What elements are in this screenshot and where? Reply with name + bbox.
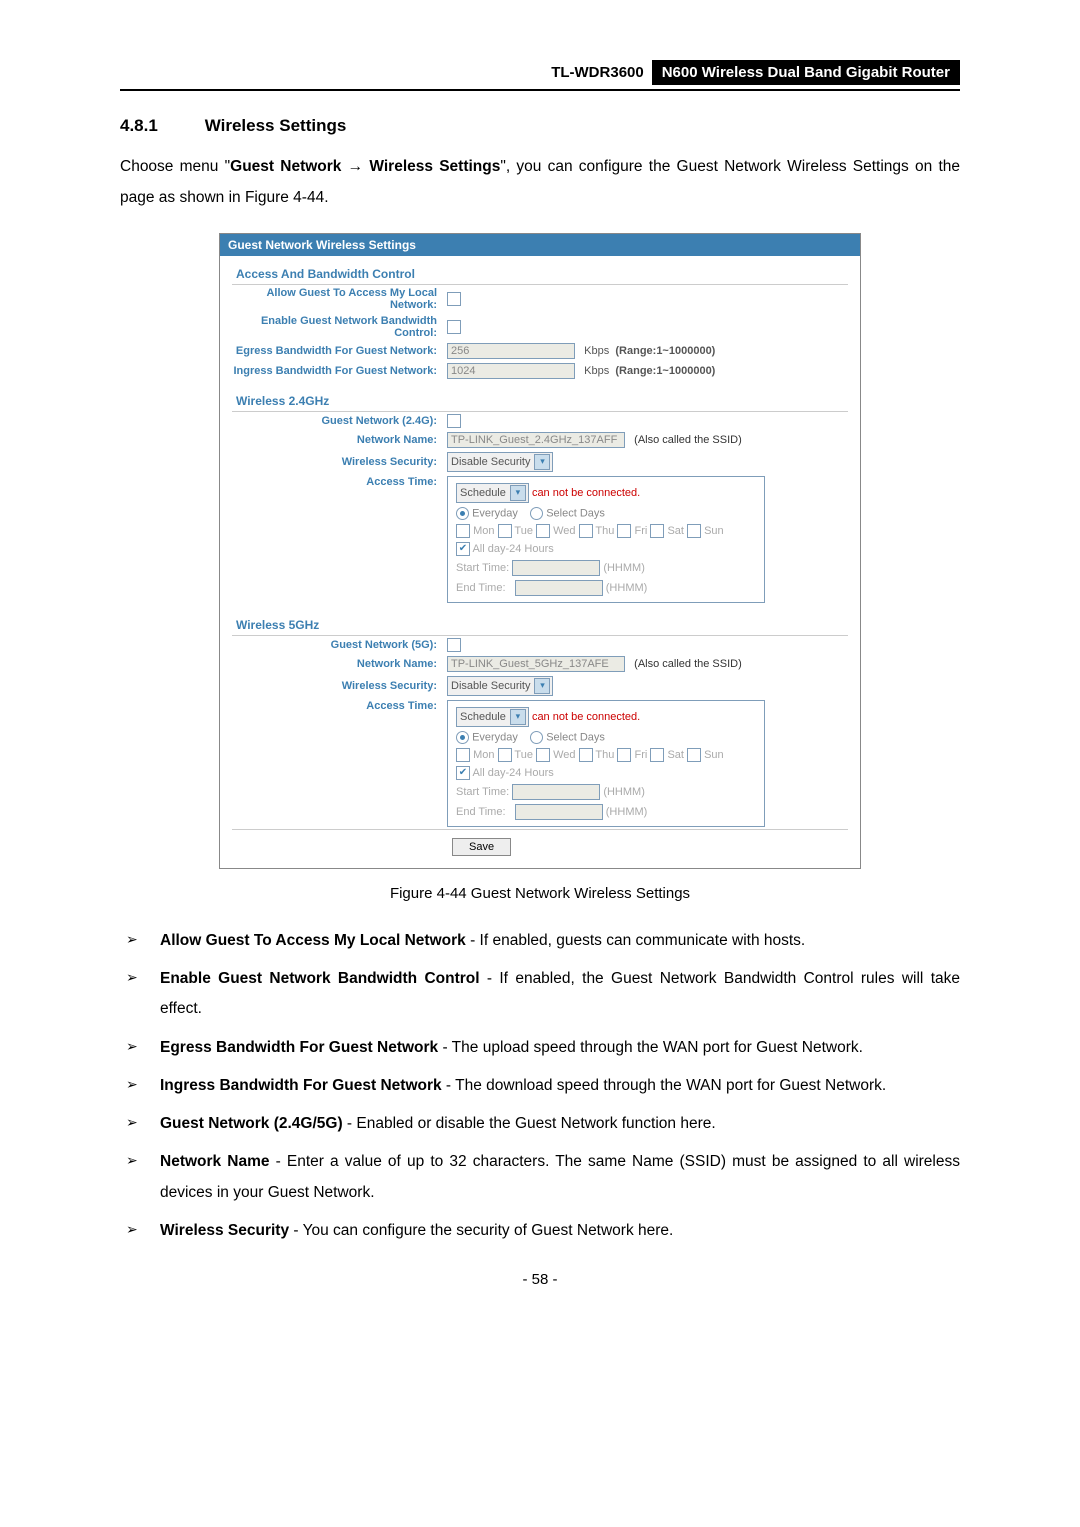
- figure-caption: Figure 4-44 Guest Network Wireless Setti…: [120, 885, 960, 902]
- bullet-bold: Ingress Bandwidth For Guest Network: [160, 1077, 442, 1094]
- radio-selectdays-5g[interactable]: [530, 731, 543, 744]
- input-end-24g[interactable]: [515, 580, 603, 596]
- chevron-down-icon: ▾: [510, 485, 526, 501]
- chk-sat-24g[interactable]: [650, 524, 664, 538]
- section-24ghz-header: Wireless 2.4GHz: [232, 391, 848, 412]
- chk-fri-5g[interactable]: [617, 748, 631, 762]
- bullet-icon: ➢: [126, 964, 160, 1024]
- schedule-box-24g: Schedule▾ can not be connected. Everyday…: [447, 476, 765, 603]
- bullet-icon: ➢: [126, 926, 160, 956]
- select-schedule-5g[interactable]: Schedule▾: [456, 707, 529, 727]
- section-5ghz-header: Wireless 5GHz: [232, 615, 848, 636]
- chk-sat-5g[interactable]: [650, 748, 664, 762]
- chk-tue-24g[interactable]: [498, 524, 512, 538]
- section-number: 4.8.1: [120, 116, 200, 136]
- panel-title: Guest Network Wireless Settings: [220, 234, 860, 256]
- checkbox-allow-guest[interactable]: [447, 292, 461, 306]
- chk-allday-24g[interactable]: [456, 542, 470, 556]
- page-header: TL-WDR3600 N600 Wireless Dual Band Gigab…: [120, 60, 960, 91]
- input-ingress[interactable]: [447, 363, 575, 379]
- label-access-time-5g: Access Time:: [232, 700, 447, 712]
- radio-everyday-24g[interactable]: [456, 507, 469, 520]
- save-button[interactable]: Save: [452, 838, 511, 856]
- chk-tue-5g[interactable]: [498, 748, 512, 762]
- bullet-icon: ➢: [126, 1071, 160, 1101]
- settings-panel: Guest Network Wireless Settings Access A…: [219, 233, 861, 869]
- label-gn-5g: Guest Network (5G):: [232, 639, 447, 651]
- model-number: TL-WDR3600: [551, 61, 652, 84]
- label-enable-bw: Enable Guest Network Bandwidth Control:: [232, 315, 447, 339]
- bullet-icon: ➢: [126, 1109, 160, 1139]
- label-egress: Egress Bandwidth For Guest Network:: [232, 345, 447, 357]
- chk-sun-24g[interactable]: [687, 524, 701, 538]
- intro-paragraph: Choose menu "Guest Network → Wireless Se…: [120, 151, 960, 213]
- label-allow-guest: Allow Guest To Access My Local Network:: [232, 287, 447, 311]
- input-netname-24g[interactable]: [447, 432, 625, 448]
- chk-sun-5g[interactable]: [687, 748, 701, 762]
- input-end-5g[interactable]: [515, 804, 603, 820]
- chk-wed-5g[interactable]: [536, 748, 550, 762]
- bullet-text: - The upload speed through the WAN port …: [438, 1039, 863, 1056]
- select-security-5g[interactable]: Disable Security▾: [447, 676, 553, 696]
- section-title-text: Wireless Settings: [205, 116, 347, 135]
- input-start-5g[interactable]: [512, 784, 600, 800]
- section-access-header: Access And Bandwidth Control: [232, 264, 848, 285]
- bullet-bold: Enable Guest Network Bandwidth Control: [160, 970, 480, 987]
- bullet-bold: Egress Bandwidth For Guest Network: [160, 1039, 438, 1056]
- section-title: 4.8.1 Wireless Settings: [120, 116, 960, 136]
- input-start-24g[interactable]: [512, 560, 600, 576]
- chk-wed-24g[interactable]: [536, 524, 550, 538]
- chk-mon-24g[interactable]: [456, 524, 470, 538]
- label-sec-24g: Wireless Security:: [232, 456, 447, 468]
- input-netname-5g[interactable]: [447, 656, 625, 672]
- bullet-list: ➢Allow Guest To Access My Local Network …: [126, 926, 960, 1246]
- chevron-down-icon: ▾: [534, 454, 550, 470]
- warning-text-5g: can not be connected.: [532, 711, 640, 723]
- checkbox-gn-5g[interactable]: [447, 638, 461, 652]
- bullet-icon: ➢: [126, 1033, 160, 1063]
- chevron-down-icon: ▾: [510, 709, 526, 725]
- bullet-icon: ➢: [126, 1216, 160, 1246]
- label-netname-5g: Network Name:: [232, 658, 447, 670]
- warning-text: can not be connected.: [532, 487, 640, 499]
- bullet-text: - Enter a value of up to 32 characters. …: [160, 1153, 960, 1200]
- input-egress[interactable]: [447, 343, 575, 359]
- label-netname-24g: Network Name:: [232, 434, 447, 446]
- bullet-text: - If enabled, guests can communicate wit…: [466, 932, 805, 949]
- bullet-bold: Guest Network (2.4G/5G): [160, 1115, 343, 1132]
- bullet-bold: Wireless Security: [160, 1222, 289, 1239]
- chk-thu-24g[interactable]: [579, 524, 593, 538]
- chk-mon-5g[interactable]: [456, 748, 470, 762]
- schedule-box-5g: Schedule▾ can not be connected. Everyday…: [447, 700, 765, 827]
- select-schedule-24g[interactable]: Schedule▾: [456, 483, 529, 503]
- checkbox-enable-bw[interactable]: [447, 320, 461, 334]
- label-sec-5g: Wireless Security:: [232, 680, 447, 692]
- bullet-text: - The download speed through the WAN por…: [442, 1077, 887, 1094]
- bullet-text: - Enabled or disable the Guest Network f…: [343, 1115, 716, 1132]
- bullet-icon: ➢: [126, 1147, 160, 1207]
- checkbox-gn-24g[interactable]: [447, 414, 461, 428]
- page-number: - 58 -: [120, 1271, 960, 1288]
- chk-fri-24g[interactable]: [617, 524, 631, 538]
- radio-selectdays-24g[interactable]: [530, 507, 543, 520]
- chk-allday-5g[interactable]: [456, 766, 470, 780]
- chk-thu-5g[interactable]: [579, 748, 593, 762]
- bullet-bold: Allow Guest To Access My Local Network: [160, 932, 466, 949]
- bullet-bold: Network Name: [160, 1153, 269, 1170]
- label-ingress: Ingress Bandwidth For Guest Network:: [232, 365, 447, 377]
- radio-everyday-5g[interactable]: [456, 731, 469, 744]
- chevron-down-icon: ▾: [534, 678, 550, 694]
- bullet-text: - You can configure the security of Gues…: [289, 1222, 673, 1239]
- label-access-time-24g: Access Time:: [232, 476, 447, 488]
- select-security-24g[interactable]: Disable Security▾: [447, 452, 553, 472]
- label-gn-24g: Guest Network (2.4G):: [232, 415, 447, 427]
- product-title: N600 Wireless Dual Band Gigabit Router: [652, 60, 960, 85]
